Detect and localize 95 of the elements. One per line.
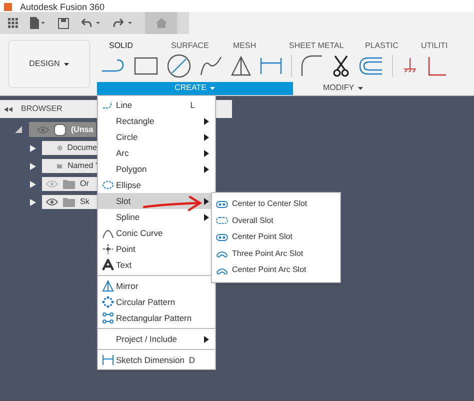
caret-icon xyxy=(210,86,216,90)
file-icon[interactable] xyxy=(30,17,46,29)
submenu-arrow-icon xyxy=(204,198,209,204)
ribbon-tab[interactable]: SURFACE xyxy=(171,40,231,52)
tree-item[interactable]: Docume xyxy=(42,141,97,155)
design-workspace-button[interactable]: DESIGN xyxy=(8,40,90,88)
offset-icon[interactable] xyxy=(359,57,383,75)
menu-item[interactable]: Overall Slot xyxy=(212,212,340,229)
menu-item[interactable]: Center Point Slot xyxy=(212,229,340,246)
slot-icon xyxy=(216,232,228,242)
point-icon xyxy=(102,243,114,255)
scissors-icon[interactable] xyxy=(332,55,350,77)
submenu-arrow-icon xyxy=(204,150,209,156)
ribbon-tab[interactable]: PLASTIC xyxy=(365,40,415,52)
collapse-triangle-icon[interactable] xyxy=(15,126,22,133)
menu-item[interactable]: Sketch Dimension D xyxy=(98,352,215,368)
tree-item[interactable]: Sk xyxy=(42,195,97,209)
rectangle-icon[interactable] xyxy=(134,57,158,75)
conic-curve-icon xyxy=(102,227,114,239)
shortcut-key: L xyxy=(190,98,195,112)
circular-pattern-icon xyxy=(102,296,114,308)
menu-item[interactable]: Ellipse xyxy=(98,177,215,193)
tree-item-label: Named ' xyxy=(67,160,97,172)
dimension-icon xyxy=(102,354,114,366)
menu-item[interactable]: Circular Pattern xyxy=(98,294,215,310)
expand-triangle-icon[interactable] xyxy=(30,162,37,170)
browser-title: BROWSER xyxy=(21,103,62,115)
folder-icon xyxy=(63,197,75,207)
caret-icon xyxy=(64,62,69,66)
text-icon xyxy=(102,259,114,271)
menu-item[interactable]: Point xyxy=(98,241,215,257)
menu-item[interactable]: Center to Center Slot xyxy=(212,196,340,212)
undo-icon[interactable] xyxy=(81,18,101,28)
fillet-icon[interactable] xyxy=(301,55,323,77)
submenu-arrow-icon xyxy=(204,214,209,220)
mirror-icon xyxy=(102,280,114,292)
menu-item[interactable]: Spline xyxy=(98,209,215,225)
document-icon xyxy=(54,124,66,136)
menu-item[interactable]: Center Point Arc Slot xyxy=(212,262,340,278)
expand-triangle-icon[interactable] xyxy=(30,198,37,206)
slot-icon xyxy=(216,216,228,226)
menu-item[interactable]: Mirror xyxy=(98,278,215,294)
grid-menu-icon[interactable] xyxy=(8,18,18,28)
save-icon[interactable] xyxy=(58,18,69,28)
window-title: Autodesk Fusion 360 xyxy=(20,2,105,12)
slot-icon xyxy=(216,200,228,209)
arc-slot-icon xyxy=(216,266,228,275)
menu-item[interactable]: Rectangular Pattern xyxy=(98,310,215,326)
menu-item[interactable]: Line L xyxy=(98,97,215,113)
eye-icon[interactable] xyxy=(46,198,58,206)
line-icon[interactable] xyxy=(101,58,125,74)
shortcut-key: D xyxy=(188,354,195,366)
submenu-arrow-icon xyxy=(204,336,209,342)
menu-item[interactable]: Circle xyxy=(98,129,215,145)
menu-item[interactable]: Polygon xyxy=(98,161,215,177)
collapse-icon[interactable] xyxy=(4,106,13,112)
tree-item-label: Or xyxy=(80,178,89,190)
submenu-arrow-icon xyxy=(204,118,209,124)
triangle-icon[interactable] xyxy=(231,56,251,76)
tree-item-label: (Unsa xyxy=(71,124,94,136)
menu-item[interactable]: Text xyxy=(98,257,215,273)
submenu-arrow-icon xyxy=(204,134,209,140)
expand-triangle-icon[interactable] xyxy=(30,144,37,152)
rectangular-pattern-icon xyxy=(102,312,114,324)
menu-item[interactable]: Project / Include xyxy=(98,331,215,347)
tree-item-label: Docume xyxy=(67,142,97,154)
tree-item[interactable]: Named ' xyxy=(42,159,97,173)
ribbon-group-button[interactable]: MODIFY xyxy=(305,82,381,94)
menu-item[interactable]: Rectangle xyxy=(98,113,215,129)
app-logo-icon xyxy=(4,3,12,11)
ellipse-icon xyxy=(102,179,114,191)
tree-item[interactable]: Or xyxy=(42,177,97,191)
redo-icon[interactable] xyxy=(113,18,133,28)
arrow-annotation xyxy=(142,195,204,213)
home-icon xyxy=(156,18,166,28)
submenu-arrow-icon xyxy=(204,166,209,172)
menu-item[interactable]: Conic Curve xyxy=(98,225,215,241)
dimension-icon[interactable] xyxy=(260,57,282,75)
tree-item-label: Sk xyxy=(80,196,90,208)
ribbon-tab[interactable]: UTILITI xyxy=(421,40,451,52)
expand-triangle-icon[interactable] xyxy=(30,180,37,188)
menu-item[interactable]: Arc xyxy=(98,145,215,161)
caret-icon xyxy=(358,86,364,90)
spline-icon[interactable] xyxy=(200,56,222,76)
ribbon-tab[interactable]: MESH xyxy=(233,40,285,52)
line-icon xyxy=(102,99,114,111)
perpendicular-icon[interactable] xyxy=(427,56,447,76)
circle-icon[interactable] xyxy=(167,54,191,78)
ribbon-tab[interactable]: SHEET METAL xyxy=(289,40,361,52)
menu-item[interactable]: Three Point Arc Slot xyxy=(212,246,340,262)
ground-constraint-icon[interactable] xyxy=(402,57,418,75)
folder-icon xyxy=(56,161,62,171)
arc-slot-icon xyxy=(216,249,228,258)
folder-icon xyxy=(63,179,75,189)
ribbon-tab[interactable]: SOLID xyxy=(109,40,154,52)
